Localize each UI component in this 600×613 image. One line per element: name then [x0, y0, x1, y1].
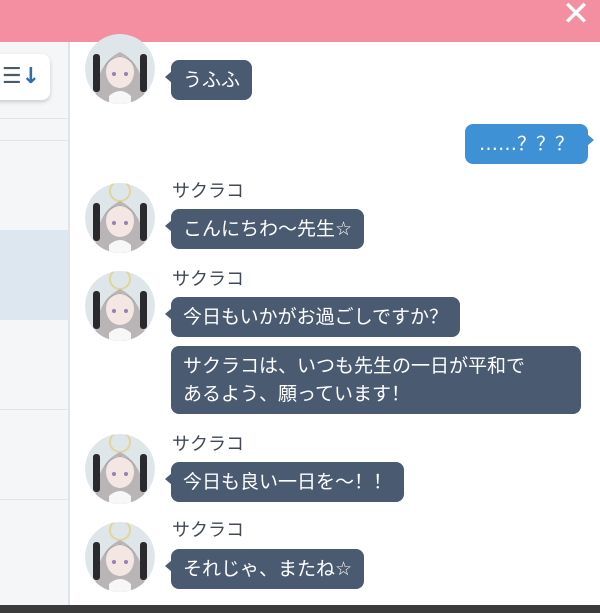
conversation-item-selected[interactable] — [0, 230, 68, 320]
list-divider — [0, 118, 68, 119]
sender-name: サクラコ — [172, 181, 244, 202]
close-icon: ✕ — [561, 0, 591, 34]
conversation-list-panel: ☰↓ — [0, 42, 68, 605]
message-bubble: こんにちわ～先生☆ — [164, 209, 365, 249]
message-bubble: それじゃ、またね☆ — [164, 549, 365, 589]
message-bubble: うふふ — [164, 60, 253, 100]
list-divider — [0, 499, 68, 500]
chat-area[interactable]: うふふ ……？？？ サクラコ こんにちわ～先生☆ サクラコ 今日もいかがお過ごし… — [70, 34, 600, 605]
bottom-bar — [0, 605, 600, 613]
sender-name: サクラコ — [172, 520, 244, 541]
list-divider — [0, 140, 68, 141]
message-line: あるよう、願っています！ — [183, 383, 411, 405]
list-icon: ☰ — [1, 64, 22, 89]
message-line: サクラコは、いつも先生の一日が平和で — [183, 355, 526, 377]
close-button[interactable]: ✕ — [558, 0, 594, 32]
avatar — [85, 522, 155, 592]
message-bubble: 今日もいかがお過ごしですか？ — [164, 297, 461, 337]
avatar — [85, 434, 155, 504]
top-bar — [0, 0, 600, 42]
avatar — [85, 34, 155, 104]
avatar — [85, 271, 155, 341]
sort-descending-icon: ↓ — [21, 64, 41, 89]
sort-button[interactable]: ☰↓ — [0, 54, 50, 100]
sender-name: サクラコ — [172, 434, 244, 455]
sender-name: サクラコ — [172, 269, 244, 290]
list-divider — [0, 409, 68, 410]
message-bubble: 今日も良い一日を～！！ — [164, 462, 405, 502]
avatar — [85, 183, 155, 253]
my-message-bubble: ……？？？ — [464, 124, 595, 164]
message-bubble: サクラコは、いつも先生の一日が平和で あるよう、願っています！ — [171, 346, 581, 414]
